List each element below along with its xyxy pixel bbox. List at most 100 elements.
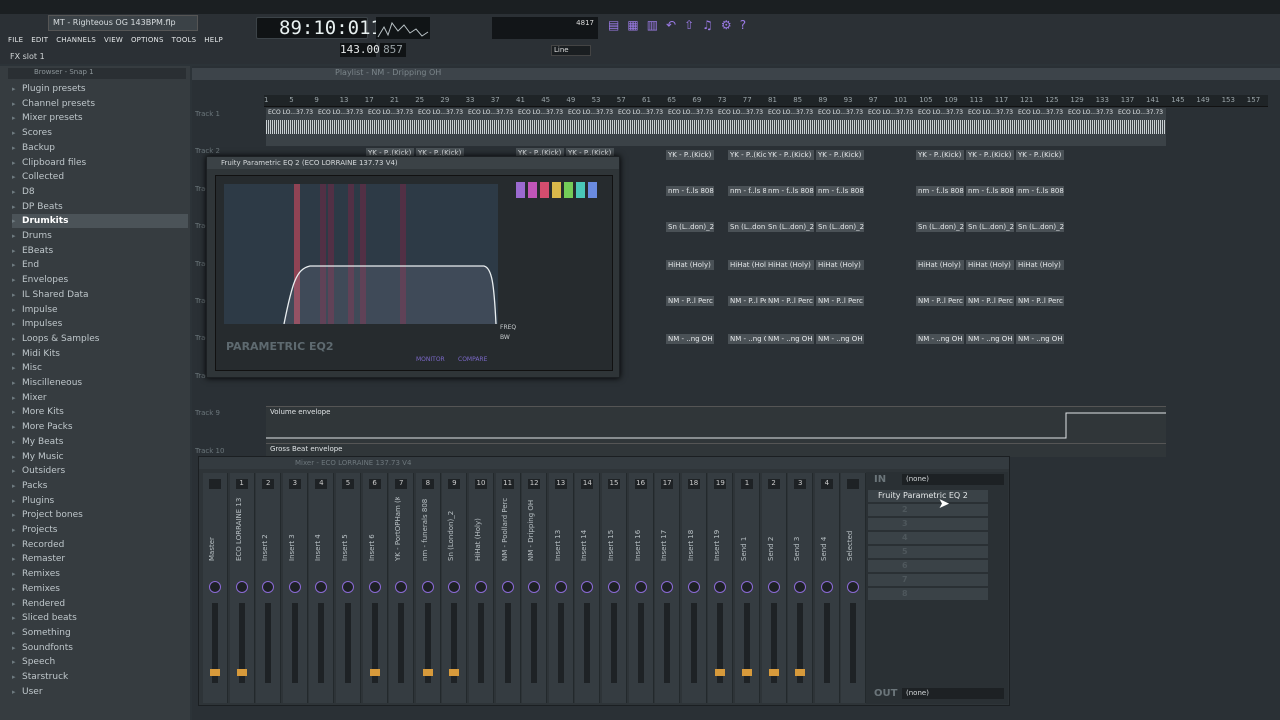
timeline-ruler[interactable]: 1 5 9 13 17 21 25 29 33 37 41 45 49 53 57 61 65 69 73 77 81 8… <box>264 95 1268 107</box>
route-led[interactable] <box>795 669 806 676</box>
volume-envelope-clip[interactable]: Volume envelope <box>266 406 1166 444</box>
route-led[interactable] <box>210 669 220 676</box>
pattern-clip[interactable]: Sn (L..don)_2 <box>1016 222 1064 232</box>
browser-item[interactable]: ▸ Mixer presets <box>12 111 188 125</box>
browser-item[interactable]: ▸ Packs <box>12 479 188 493</box>
fx-slot[interactable]: 6 <box>868 560 988 572</box>
mixer-strip[interactable]: 19 Insert 19 <box>708 473 734 703</box>
browser-item[interactable]: ▸ Remixes <box>12 582 188 596</box>
mixer-strip[interactable]: 16 Insert 16 <box>628 473 654 703</box>
tempo-tap-icon[interactable]: ♫ <box>702 18 713 32</box>
mixer-strip[interactable]: 11 NM - Poollard Perc <box>495 473 521 703</box>
pattern-clip[interactable]: nm - f..ls 808 <box>766 186 814 196</box>
menu-item[interactable]: VIEW <box>104 36 123 44</box>
browser-item[interactable]: ▸ EBeats <box>12 244 188 258</box>
pan-knob[interactable] <box>714 581 727 593</box>
pattern-clip[interactable]: YK - P..(Kick) <box>766 150 814 160</box>
browser-item[interactable]: ▸ Recorded <box>12 538 188 552</box>
pattern-clip[interactable]: NM - ..ng OH <box>966 334 1014 344</box>
volume-fader[interactable] <box>265 603 272 683</box>
pattern-clip[interactable]: YK - P..(Kick) <box>1016 150 1064 160</box>
mixer-strip[interactable]: 6 Insert 6 <box>362 473 388 703</box>
band-4-button[interactable] <box>552 182 561 198</box>
pattern-clip[interactable]: nm - f..ls 808 <box>916 186 964 196</box>
browser-item[interactable]: ▸ Mixer <box>12 391 188 405</box>
pattern-clip[interactable]: NM - ..ng OH <box>766 334 814 344</box>
mixer-icon[interactable]: ▥ <box>647 18 658 32</box>
pan-knob[interactable] <box>448 581 461 593</box>
pattern-clip[interactable]: NM - ..ng OH <box>1016 334 1064 344</box>
browser-item[interactable]: ▸ DP Beats <box>12 200 188 214</box>
pan-knob[interactable] <box>209 581 221 593</box>
pattern-clip[interactable]: HiHat (Holy) <box>666 260 714 270</box>
browser-item[interactable]: ▸ Midi Kits <box>12 347 188 361</box>
mixer-strip[interactable]: 1 Send 1 <box>735 473 760 703</box>
route-led[interactable] <box>742 669 752 676</box>
browser-item[interactable]: ▸ Clipboard files <box>12 156 188 170</box>
volume-fader[interactable] <box>478 603 484 683</box>
menu-item[interactable]: CHANNELS <box>56 36 96 44</box>
pattern-clip[interactable]: NM - P..l Perc <box>666 296 714 306</box>
help-icon[interactable]: ? <box>740 18 746 32</box>
snap-select[interactable]: Line <box>551 45 591 56</box>
volume-fader[interactable] <box>850 603 857 683</box>
browser-item[interactable]: ▸ End <box>12 258 188 272</box>
pan-knob[interactable] <box>501 581 514 593</box>
browser-item[interactable]: ▸ Outsiders <box>12 464 188 478</box>
pattern-clip[interactable]: NM - ..ng OH <box>916 334 964 344</box>
fx-slot[interactable]: 4 <box>868 532 988 544</box>
volume-fader[interactable] <box>557 603 564 683</box>
browser-item[interactable]: ▸ Starstruck <box>12 670 188 684</box>
route-led[interactable] <box>449 669 460 676</box>
browser-item[interactable]: ▸ More Kits <box>12 405 188 419</box>
pattern-clip[interactable]: YK - P..(Kick) <box>816 150 864 160</box>
menu-item[interactable]: OPTIONS <box>131 36 164 44</box>
parametric-eq-window[interactable]: Fruity Parametric EQ 2 (ECO LORRAINE 137… <box>206 156 620 378</box>
browser-item[interactable]: ▸ Collected <box>12 170 188 184</box>
pattern-clip[interactable]: HiHat (Holy) <box>816 260 864 270</box>
mixer-strip[interactable]: 13 Insert 13 <box>548 473 574 703</box>
pan-knob[interactable] <box>767 581 780 593</box>
browser-item[interactable]: ▸ My Music <box>12 450 188 464</box>
browser-item[interactable]: ▸ Project bones <box>12 508 188 522</box>
browser-item[interactable]: ▸ Impulses <box>12 317 188 331</box>
pattern-clip[interactable]: NM - P..l Perc <box>816 296 864 306</box>
output-select[interactable]: (none) <box>902 688 1004 699</box>
monitor-label[interactable]: MONITOR <box>416 356 445 363</box>
fx-slot[interactable]: 8 <box>868 588 988 600</box>
browser-item[interactable]: ▸ Plugins <box>12 494 188 508</box>
pattern-clip[interactable]: HiHat (Holy) <box>766 260 814 270</box>
browser-item[interactable]: ▸ Drumkits <box>12 214 188 229</box>
route-led[interactable] <box>422 669 433 676</box>
pattern-clip[interactable]: Sn (L..don)_2 <box>916 222 964 232</box>
volume-fader[interactable] <box>504 603 511 683</box>
pattern-clip[interactable]: HiHat (Holy) <box>916 260 964 270</box>
pattern-clip[interactable]: nm - f..ls 808 <box>666 186 714 196</box>
volume-fader[interactable] <box>291 603 298 683</box>
pan-knob[interactable] <box>634 581 647 593</box>
pattern-clip[interactable]: NM - P..l Perc <box>1016 296 1064 306</box>
route-led[interactable] <box>369 669 380 676</box>
menu-item[interactable]: TOOLS <box>172 36 197 44</box>
volume-fader[interactable] <box>345 603 351 683</box>
browser-item[interactable]: ▸ More Packs <box>12 420 188 434</box>
mixer-strip[interactable]: 7 YK - PortOPHam (Kick) <box>389 473 415 703</box>
pattern-display[interactable]: 857 <box>380 43 406 57</box>
browser-item[interactable]: ▸ Envelopes <box>12 273 188 287</box>
pan-knob[interactable] <box>288 581 301 593</box>
band-7-button[interactable] <box>588 182 597 198</box>
eq-frequency-graph[interactable] <box>224 184 498 324</box>
project-file-tab[interactable]: MT - Righteous OG 143BPM.flp <box>48 15 198 31</box>
mixer-strip[interactable]: 8 nm - funerals 808 <box>415 473 441 703</box>
fx-slot[interactable]: 2 <box>868 504 988 516</box>
menu-item[interactable]: HELP <box>204 36 223 44</box>
pan-knob[interactable] <box>581 581 594 593</box>
browser-item[interactable]: ▸ Speech <box>12 655 188 669</box>
browser-item[interactable]: ▸ Rendered <box>12 597 188 611</box>
pan-knob[interactable] <box>528 581 541 593</box>
pan-knob[interactable] <box>661 581 674 593</box>
mixer-strip[interactable]: 12 NM - Dripping OH <box>522 473 548 703</box>
pan-knob[interactable] <box>262 581 275 593</box>
mixer-strip[interactable]: 2 Send 2 <box>761 473 787 703</box>
pan-knob[interactable] <box>794 581 807 593</box>
